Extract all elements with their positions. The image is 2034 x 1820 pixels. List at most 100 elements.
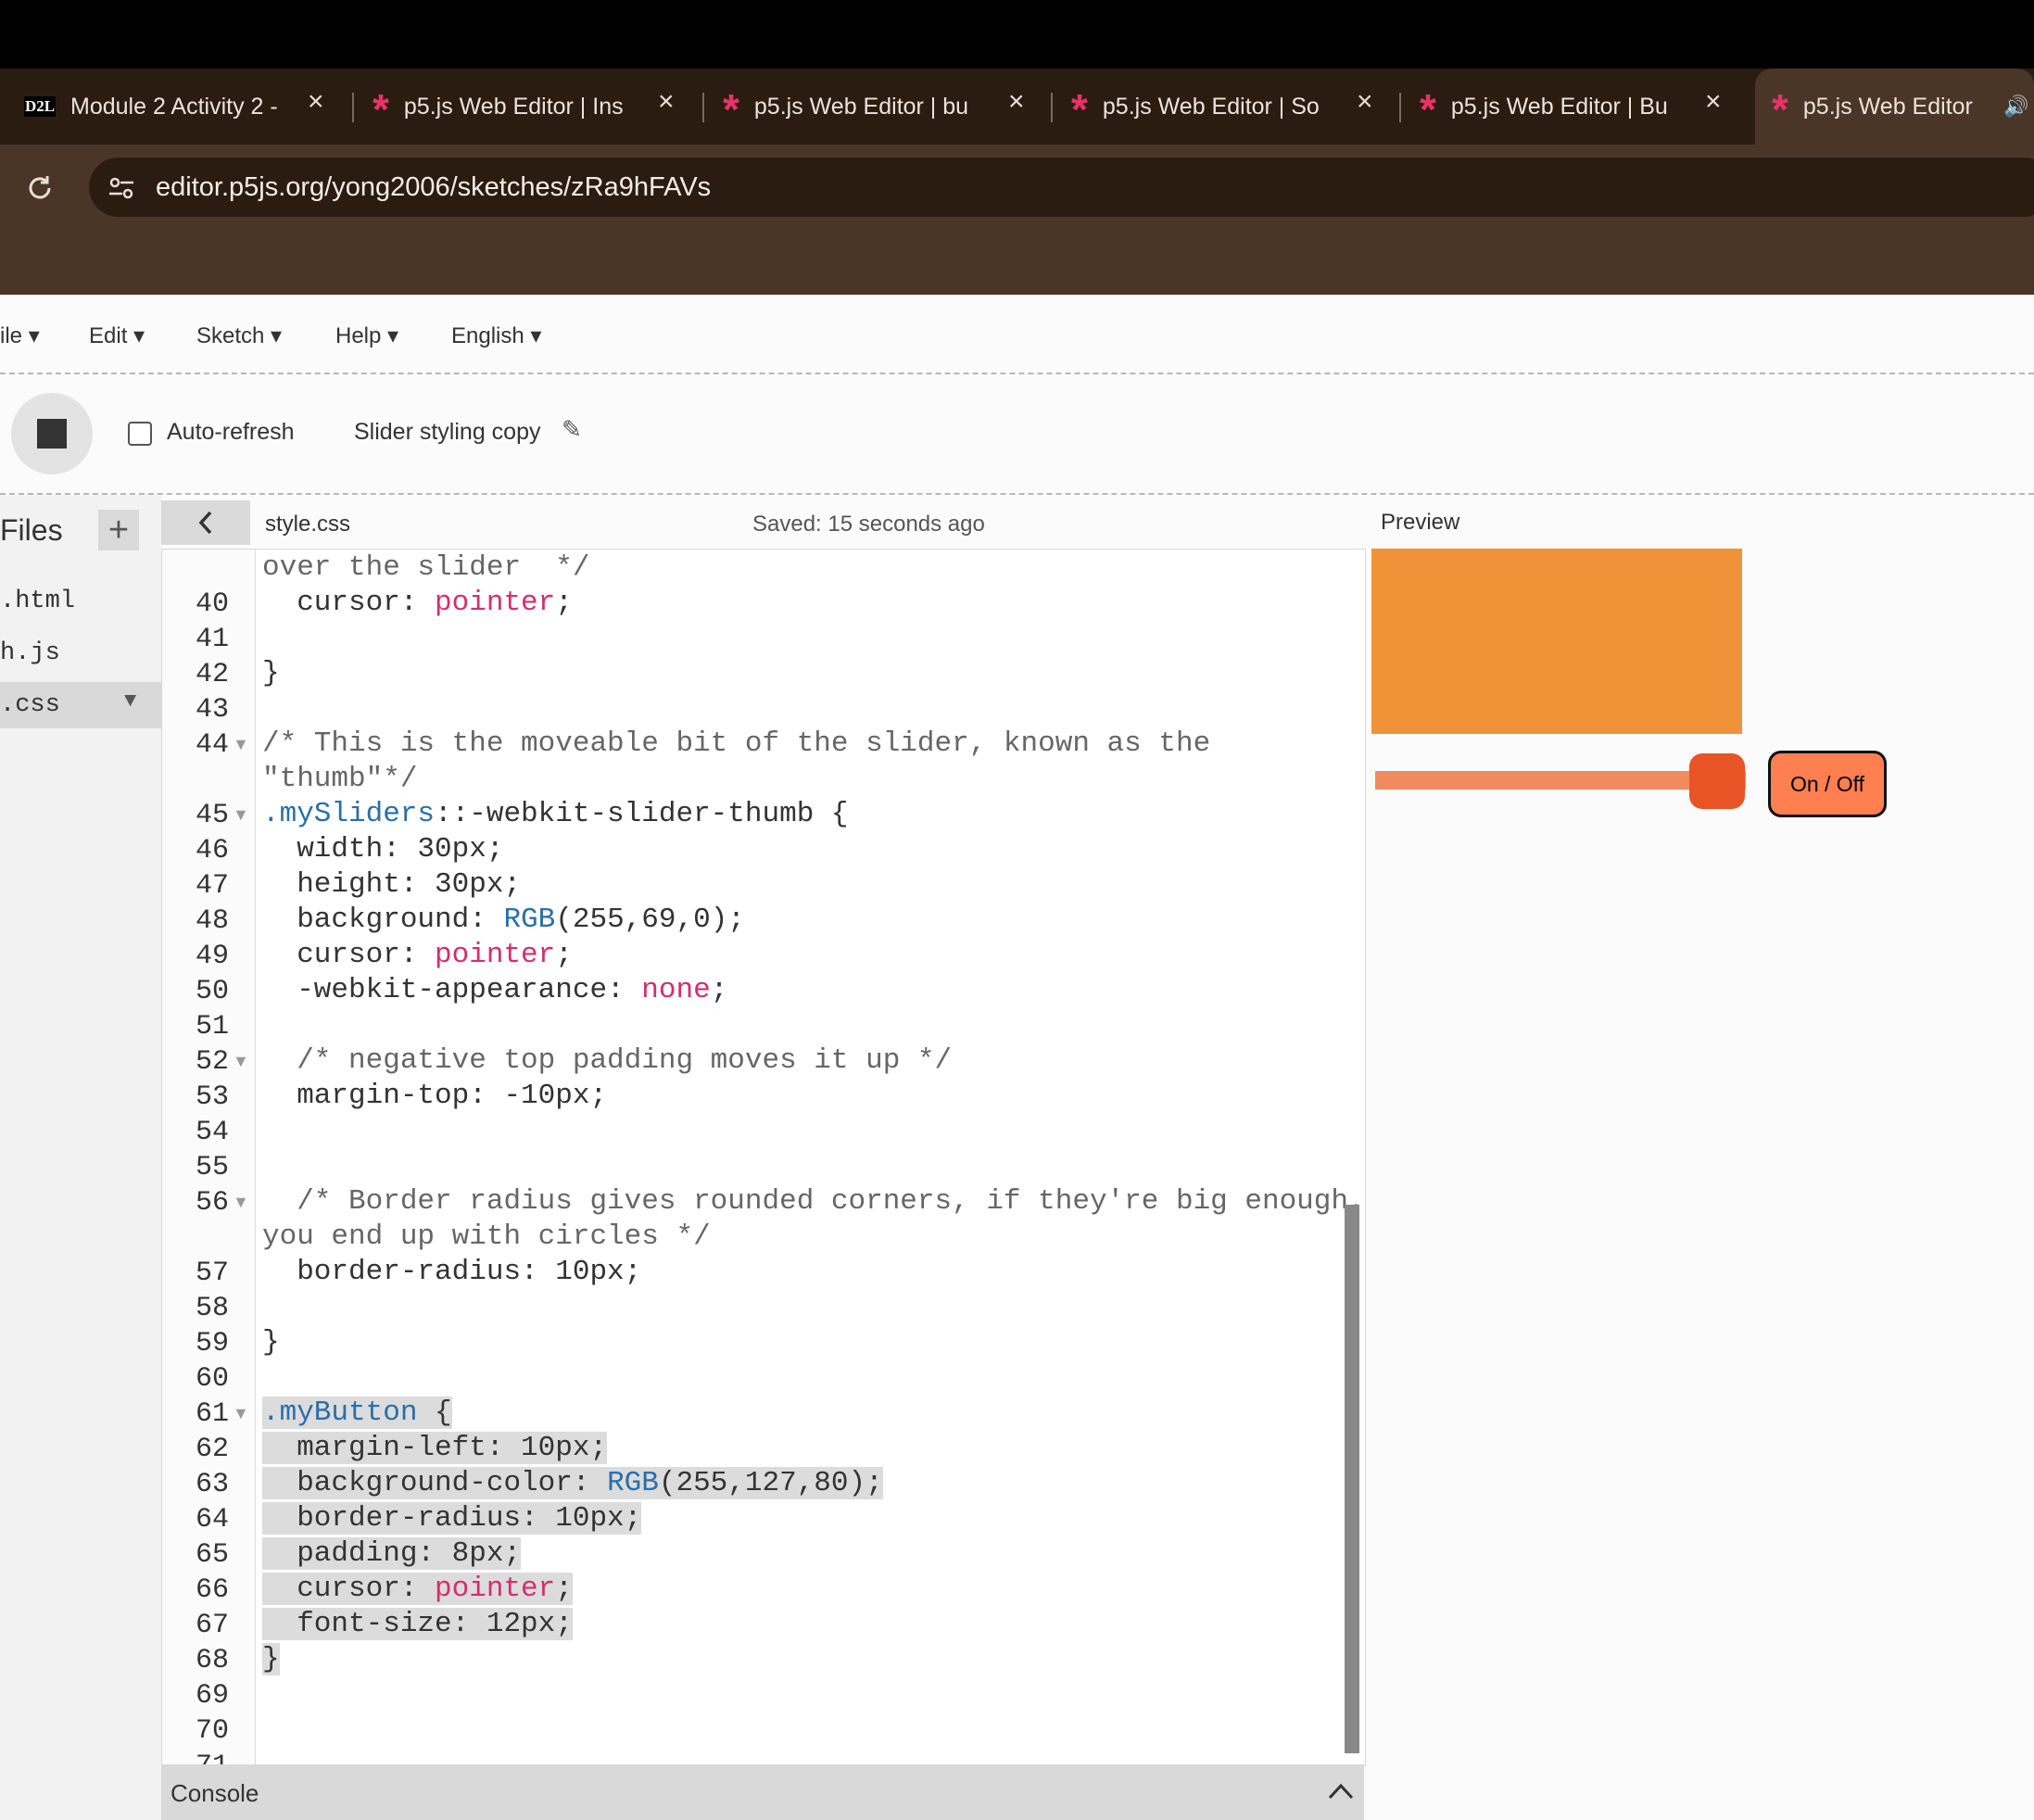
pencil-icon[interactable]: ✎	[562, 415, 582, 444]
site-settings-icon[interactable]	[107, 174, 135, 202]
tab-separator	[702, 93, 704, 122]
p5-star-icon: *	[723, 85, 739, 133]
line-number: 43	[195, 694, 229, 726]
line-number: 49	[195, 941, 229, 972]
auto-refresh-label: Auto-refresh	[167, 419, 295, 445]
line-number: 48	[195, 905, 229, 937]
saved-status: Saved: 15 seconds ago	[752, 512, 985, 537]
tab-title: p5.js Web Editor	[1802, 93, 1973, 120]
line-number: 64	[195, 1504, 229, 1536]
sketch-toolbar: Auto-refresh Slider styling copy ✎	[0, 374, 2034, 495]
code-line: }	[262, 1643, 280, 1675]
menu-language[interactable]: English ▾	[451, 322, 541, 349]
menu-bar: ile ▾ Edit ▾ Sketch ▾ Help ▾ English ▾	[0, 295, 2034, 374]
menu-file[interactable]: ile ▾	[0, 322, 40, 349]
browser-tab-p5-bu2[interactable]: * p5.js Web Editor | Bu ×	[1420, 69, 1735, 145]
menu-edit[interactable]: Edit ▾	[89, 322, 145, 349]
editor-scrollbar[interactable]	[1345, 1205, 1359, 1753]
fold-caret-icon[interactable]: ▼	[233, 1052, 249, 1071]
add-file-button[interactable]: +	[98, 510, 139, 550]
browser-tab-p5-ins[interactable]: * p5.js Web Editor | Ins ×	[373, 69, 688, 145]
code-line: height: 30px;	[262, 868, 522, 901]
line-number: 54	[195, 1117, 229, 1148]
tab-title: p5.js Web Editor | Ins	[403, 93, 623, 120]
browser-tab-strip: D2L Module 2 Activity 2 - × * p5.js Web …	[0, 69, 2034, 145]
tab-title: p5.js Web Editor | bu	[753, 93, 969, 120]
tab-title: p5.js Web Editor | So	[1102, 93, 1320, 120]
menu-label: Edit	[89, 323, 128, 348]
code-line: }	[262, 1326, 280, 1359]
caret-down-icon: ▾	[133, 323, 145, 348]
caret-down-icon: ▾	[271, 323, 283, 348]
code-line: }	[262, 657, 280, 689]
chevron-up-icon[interactable]	[1327, 1781, 1355, 1801]
code-line: .mySliders::-webkit-slider-thumb {	[262, 798, 849, 830]
line-number: 55	[195, 1152, 229, 1183]
slider-thumb[interactable]	[1689, 753, 1745, 809]
auto-refresh-checkbox[interactable]	[128, 422, 152, 446]
tab-close-icon[interactable]: ×	[1357, 86, 1373, 118]
code-line: padding: 8px;	[262, 1537, 522, 1570]
speaker-icon[interactable]: 🔊	[2003, 95, 2028, 119]
sketch-name[interactable]: Slider styling copy	[354, 419, 540, 446]
url-text[interactable]: editor.p5js.org/yong2006/sketches/zRa9hF…	[156, 172, 711, 203]
plus-icon: +	[107, 510, 130, 550]
browser-tab-p5-bu[interactable]: * p5.js Web Editor | bu ×	[723, 69, 1038, 145]
line-number: 53	[195, 1081, 229, 1113]
tab-close-icon[interactable]: ×	[1008, 86, 1025, 118]
code-editor[interactable]: 40 41 42 43 44 ▼ 45 ▼ 46 47 48 49 50 51 52 ▼ 53 54 55 56 ▼ 57…	[161, 549, 1366, 1766]
caret-down-icon: ▾	[28, 323, 40, 348]
fold-caret-icon[interactable]: ▼	[233, 1193, 249, 1212]
tab-separator	[1051, 93, 1053, 122]
line-number: 56	[195, 1187, 229, 1219]
browser-nav-bar: editor.p5js.org/yong2006/sketches/zRa9hF…	[0, 145, 2034, 295]
line-number: 60	[195, 1363, 229, 1395]
browser-tab-active[interactable]: * p5.js Web Editor 🔊	[1755, 69, 2034, 145]
file-item-css[interactable]: .css ▼	[0, 682, 161, 728]
menu-label: Help	[335, 323, 382, 348]
line-number: 67	[195, 1610, 229, 1641]
stop-icon	[37, 419, 67, 449]
line-number: 40	[195, 588, 229, 620]
menu-help[interactable]: Help ▾	[335, 322, 398, 349]
line-number: 52	[195, 1046, 229, 1078]
code-line: /* negative top padding moves it up */	[262, 1044, 953, 1077]
line-number: 41	[195, 624, 229, 655]
files-title: Files	[0, 513, 63, 547]
console-bar[interactable]: Console	[161, 1764, 1364, 1820]
line-number: 69	[195, 1680, 229, 1712]
menu-sketch[interactable]: Sketch ▾	[196, 322, 282, 349]
on-off-button[interactable]: On / Off	[1768, 751, 1887, 817]
line-number: 44	[195, 729, 229, 761]
tab-close-icon[interactable]: ×	[1705, 86, 1722, 118]
fold-caret-icon[interactable]: ▼	[233, 805, 249, 825]
line-number: 61	[195, 1398, 229, 1430]
code-line: border-radius: 10px;	[262, 1502, 642, 1535]
fold-caret-icon[interactable]: ▼	[233, 1404, 249, 1423]
file-item-js[interactable]: h.js	[0, 630, 161, 676]
browser-tab-module2[interactable]: D2L Module 2 Activity 2 - ×	[24, 69, 339, 145]
code-line: background: RGB(255,69,0);	[262, 904, 745, 936]
browser-tab-p5-so[interactable]: * p5.js Web Editor | So ×	[1071, 69, 1386, 145]
reload-icon[interactable]	[24, 172, 56, 204]
file-item-html[interactable]: .html	[0, 578, 161, 625]
fold-caret-icon[interactable]: ▼	[233, 735, 249, 754]
stop-button[interactable]	[11, 393, 93, 474]
preview-label: Preview	[1381, 510, 1460, 535]
tab-separator	[1399, 93, 1401, 122]
menu-label: Sketch	[196, 323, 265, 348]
tab-close-icon[interactable]: ×	[308, 86, 324, 118]
collapse-sidebar-button[interactable]	[161, 500, 250, 545]
file-options-caret-icon[interactable]: ▼	[124, 689, 136, 713]
editor-filename: style.css	[265, 512, 351, 537]
line-number: 47	[195, 870, 229, 902]
line-number: 57	[195, 1258, 229, 1289]
line-number: 45	[195, 800, 229, 831]
console-label: Console	[171, 1779, 259, 1807]
files-sidebar: Files + .html h.js .css ▼	[0, 495, 161, 1820]
menu-label: ile	[0, 323, 23, 348]
code-line: width: 30px;	[262, 833, 504, 866]
tab-close-icon[interactable]: ×	[658, 86, 675, 118]
address-bar[interactable]: editor.p5js.org/yong2006/sketches/zRa9hF…	[89, 158, 2034, 217]
code-line: /* This is the moveable bit of the slide…	[262, 727, 1211, 760]
